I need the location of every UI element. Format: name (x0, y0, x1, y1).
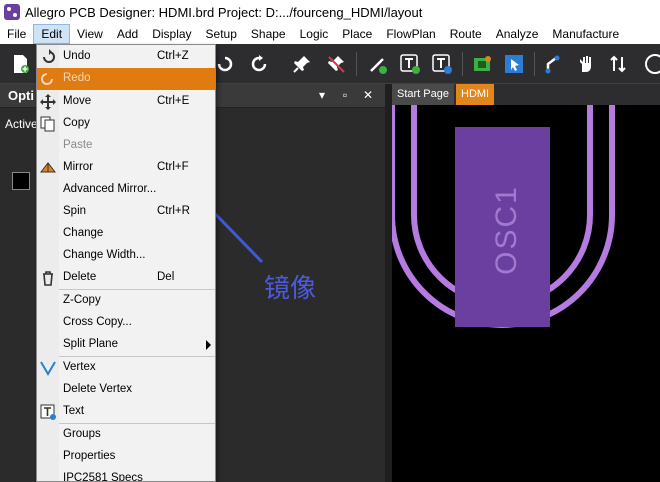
panel-splitter[interactable] (385, 84, 392, 482)
annotation-text: 镜像 (264, 274, 317, 304)
tab-hdmi[interactable]: HDMI (456, 84, 495, 105)
menu-route[interactable]: Route (443, 24, 489, 44)
menu-item-vertex[interactable]: Vertex (37, 357, 215, 379)
add-text-icon[interactable] (396, 50, 424, 78)
options-panel-title: Opti (8, 88, 34, 103)
menu-item-split-plane[interactable]: Split Plane (37, 334, 215, 356)
more-tool-icon[interactable] (638, 50, 660, 78)
osc1-refdes: OSC1 (490, 185, 523, 275)
menu-item-advanced-mirror[interactable]: Advanced Mirror... (37, 179, 215, 201)
menu-manufacture[interactable]: Manufacture (545, 24, 626, 44)
select-icon[interactable] (500, 50, 528, 78)
copy-icon (40, 116, 56, 132)
component-icon[interactable] (468, 50, 496, 78)
menu-file[interactable]: File (0, 24, 33, 44)
allegro-app-icon (4, 4, 20, 20)
pin-icon[interactable] (288, 50, 316, 78)
menu-item-ipc2581-specs[interactable]: IPC2581 Specs (37, 468, 215, 481)
vertex-icon (40, 360, 56, 376)
tab-start-page[interactable]: Start Page (392, 84, 454, 105)
swap-icon[interactable] (604, 50, 632, 78)
add-connect-icon[interactable] (364, 50, 392, 78)
route-icon[interactable] (540, 50, 568, 78)
edit-text-icon[interactable] (428, 50, 456, 78)
toolbar-separator (356, 52, 357, 76)
menu-item-change[interactable]: Change (37, 223, 215, 245)
text-icon (40, 404, 56, 420)
menu-item-cross-copy[interactable]: Cross Copy... (37, 312, 215, 334)
menu-add[interactable]: Add (110, 24, 145, 44)
pcb-canvas[interactable]: OSC1 (392, 105, 660, 482)
toolbar-separator (462, 52, 463, 76)
menu-item-copy[interactable]: Copy (37, 113, 215, 135)
panel-menu-button[interactable]: ▾ (313, 86, 331, 104)
edit-menu-dropdown: Undo Ctrl+Z Redo Move Ctrl+E Copy Paste … (36, 44, 216, 482)
delete-icon (40, 270, 56, 286)
hand-icon[interactable] (572, 50, 600, 78)
redo-icon (40, 71, 56, 87)
menu-setup[interactable]: Setup (199, 24, 244, 44)
menu-item-mirror[interactable]: Mirror Ctrl+F (37, 157, 215, 179)
menu-flowplan[interactable]: FlowPlan (379, 24, 442, 44)
menu-item-text[interactable]: Text (37, 401, 215, 423)
menu-bar: File Edit View Add Display Setup Shape L… (0, 24, 660, 44)
active-color-swatch[interactable] (12, 172, 30, 190)
move-icon (40, 94, 56, 110)
active-class-label: Active (5, 117, 38, 131)
redo-tool-icon[interactable] (246, 50, 274, 78)
title-bar: Allegro PCB Designer: HDMI.brd Project: … (0, 0, 660, 24)
menu-item-z-copy[interactable]: Z-Copy (37, 290, 215, 312)
menu-item-paste[interactable]: Paste (37, 135, 215, 157)
menu-shape[interactable]: Shape (244, 24, 293, 44)
new-file-icon[interactable] (6, 50, 34, 78)
panel-close-button[interactable]: ✕ (359, 86, 377, 104)
menu-item-move[interactable]: Move Ctrl+E (37, 91, 215, 113)
menu-item-redo[interactable]: Redo (37, 68, 215, 90)
menu-item-undo[interactable]: Undo Ctrl+Z (37, 46, 215, 68)
menu-display[interactable]: Display (145, 24, 198, 44)
menu-place[interactable]: Place (335, 24, 379, 44)
menu-item-change-width[interactable]: Change Width... (37, 245, 215, 267)
menu-item-delete-vertex[interactable]: Delete Vertex (37, 379, 215, 401)
undo-icon (40, 49, 56, 65)
menu-item-groups[interactable]: Groups (37, 424, 215, 446)
menu-item-delete[interactable]: Delete Del (37, 267, 215, 289)
submenu-arrow-icon (206, 340, 211, 350)
toolbar-separator (534, 52, 535, 76)
unpin-icon[interactable] (322, 50, 350, 78)
menu-logic[interactable]: Logic (293, 24, 336, 44)
pcb-drawing: OSC1 (392, 105, 615, 328)
menu-item-spin[interactable]: Spin Ctrl+R (37, 201, 215, 223)
mirror-icon (39, 160, 57, 176)
document-tab-bar: Start Page HDMI (392, 84, 660, 105)
menu-view[interactable]: View (70, 24, 110, 44)
menu-item-properties[interactable]: Properties (37, 446, 215, 468)
panel-float-button[interactable]: ▫ (336, 86, 354, 104)
window-title: Allegro PCB Designer: HDMI.brd Project: … (25, 4, 423, 20)
menu-edit[interactable]: Edit (33, 24, 71, 44)
menu-analyze[interactable]: Analyze (489, 24, 546, 44)
